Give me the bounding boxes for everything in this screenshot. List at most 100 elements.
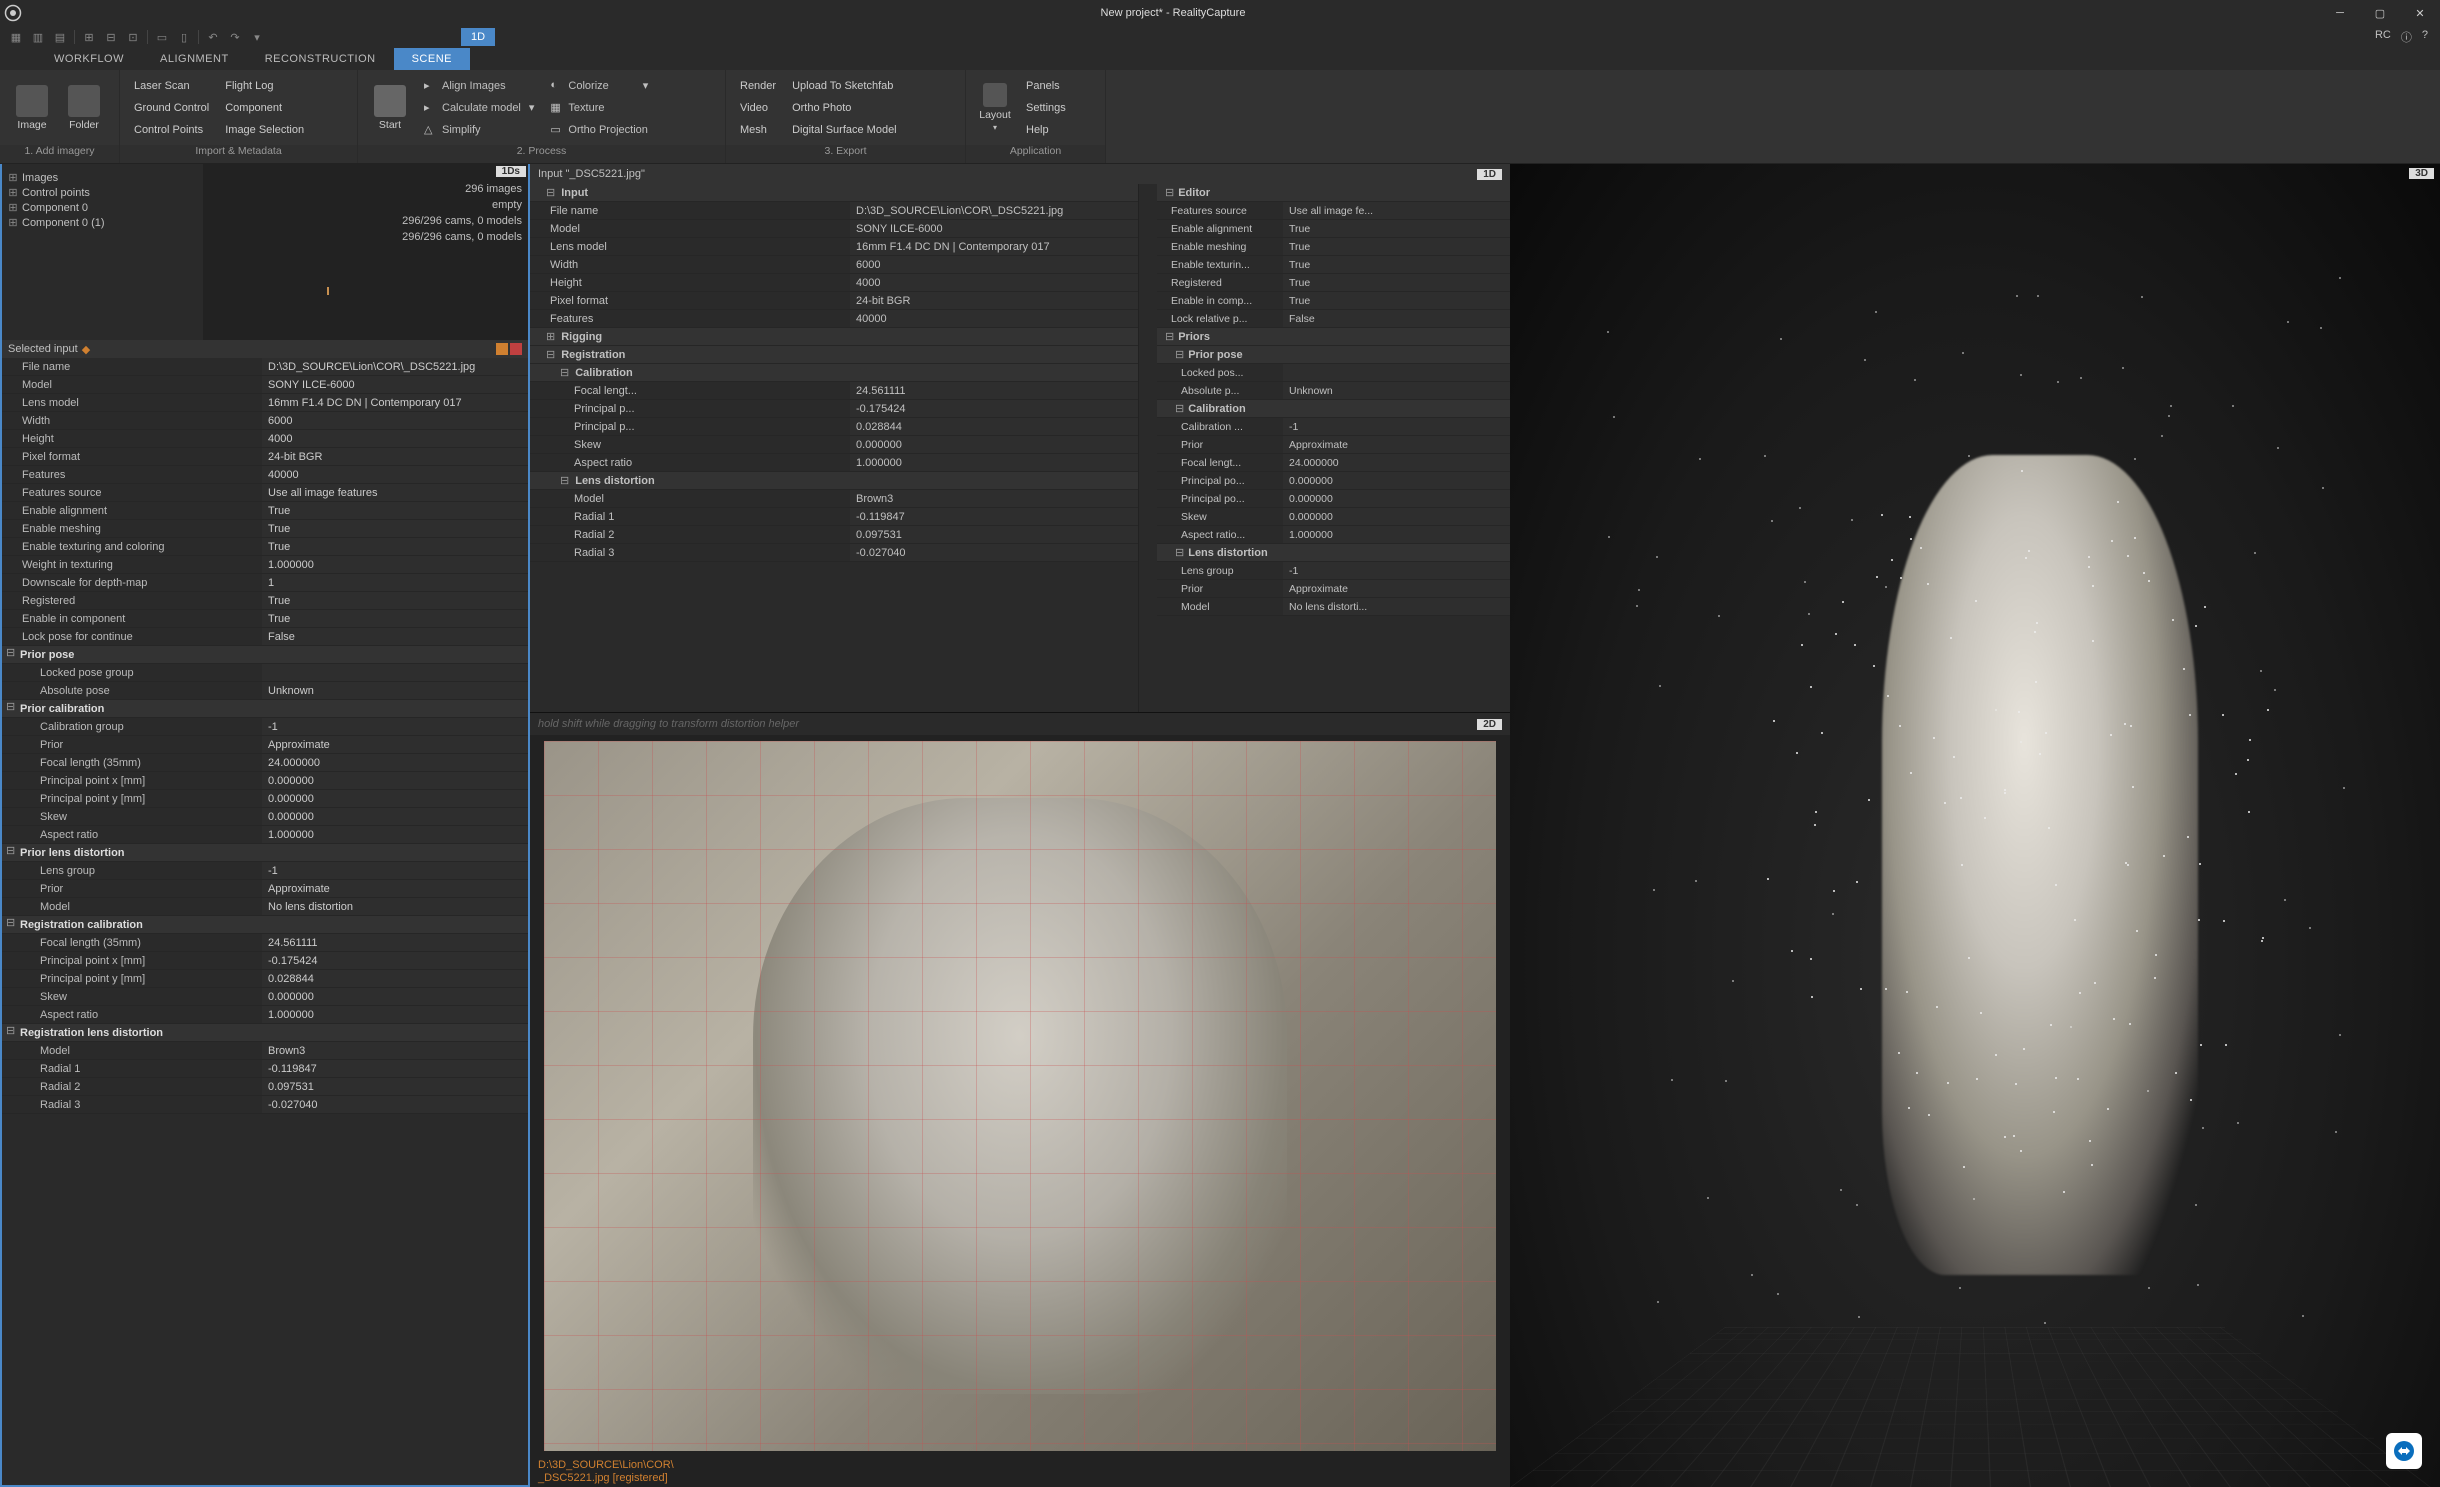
prop-row[interactable]: Principal point y [mm]0.000000: [2, 790, 528, 808]
prop-row[interactable]: Features40000: [2, 466, 528, 484]
dsm-button[interactable]: Digital Surface Model: [784, 119, 905, 141]
video-button[interactable]: Video: [732, 97, 784, 119]
prop-row[interactable]: Radial 20.097531: [2, 1078, 528, 1096]
prop-row[interactable]: Principal p...0.028844: [530, 418, 1138, 436]
prop-row[interactable]: Radial 3-0.027040: [2, 1096, 528, 1114]
prop-row[interactable]: Skew0.000000: [530, 436, 1138, 454]
prop-section[interactable]: ⊟Prior calibration: [2, 700, 528, 718]
tab-alignment[interactable]: ALIGNMENT: [142, 48, 247, 70]
prop-row[interactable]: Absolute p...Unknown: [1157, 382, 1510, 400]
texture-button[interactable]: ▦Texture: [542, 97, 656, 119]
minimize-button[interactable]: ─: [2320, 0, 2360, 26]
prop-row[interactable]: Downscale for depth-map1: [2, 574, 528, 592]
prop-row[interactable]: Principal p...-0.175424: [530, 400, 1138, 418]
prop-row[interactable]: Enable in comp...True: [1157, 292, 1510, 310]
tag-1d[interactable]: 1D: [1477, 169, 1502, 180]
prop-row[interactable]: ModelBrown3: [530, 490, 1138, 508]
prop-section[interactable]: ⊞Rigging: [530, 328, 1138, 346]
prop-row[interactable]: Lens group-1: [1157, 562, 1510, 580]
prop-section[interactable]: ⊟Prior pose: [2, 646, 528, 664]
tab-workflow[interactable]: WORKFLOW: [36, 48, 142, 70]
align-images-button[interactable]: ▸Align Images: [416, 75, 542, 97]
prop-row[interactable]: Height4000: [530, 274, 1138, 292]
laser-scan-button[interactable]: Laser Scan: [126, 75, 217, 97]
mesh-button[interactable]: Mesh: [732, 119, 784, 141]
colorize-button[interactable]: ◐Colorize▾: [542, 75, 656, 97]
prop-section[interactable]: ⊟Prior lens distortion: [2, 844, 528, 862]
view-1d-button[interactable]: 1D: [461, 28, 495, 46]
prop-row[interactable]: Lock relative p...False: [1157, 310, 1510, 328]
prop-row[interactable]: Enable texturin...True: [1157, 256, 1510, 274]
prop-row[interactable]: RegisteredTrue: [1157, 274, 1510, 292]
prop-row[interactable]: Skew0.000000: [2, 808, 528, 826]
prop-row[interactable]: Enable alignmentTrue: [1157, 220, 1510, 238]
prop-row[interactable]: Focal length (35mm)24.000000: [2, 754, 528, 772]
prop-row[interactable]: Lens model16mm F1.4 DC DN | Contemporary…: [2, 394, 528, 412]
close-button[interactable]: ✕: [2400, 0, 2440, 26]
tree-component-0[interactable]: ⊞Component 0: [2, 200, 203, 215]
prop-row[interactable]: Radial 20.097531: [530, 526, 1138, 544]
prop-row[interactable]: RegisteredTrue: [2, 592, 528, 610]
dropdown-button[interactable]: ▾: [247, 28, 267, 46]
prop-row[interactable]: Lock pose for continueFalse: [2, 628, 528, 646]
prop-row[interactable]: Aspect ratio1.000000: [2, 826, 528, 844]
tab-scene[interactable]: SCENE: [394, 48, 470, 70]
prop-row[interactable]: Skew0.000000: [2, 988, 528, 1006]
prop-section[interactable]: ⊟Registration calibration: [2, 916, 528, 934]
prop-row[interactable]: Skew0.000000: [1157, 508, 1510, 526]
layout-btn-6[interactable]: ⊡: [123, 28, 143, 46]
tree-control-points[interactable]: ⊞Control points: [2, 185, 203, 200]
prop-row[interactable]: ModelBrown3: [2, 1042, 528, 1060]
prop-row[interactable]: Calibration group-1: [2, 718, 528, 736]
tree-component-0-1[interactable]: ⊞Component 0 (1): [2, 215, 203, 230]
prop-row[interactable]: PriorApproximate: [2, 880, 528, 898]
upload-sketchfab-button[interactable]: Upload To Sketchfab: [784, 75, 905, 97]
image-button[interactable]: Image: [6, 73, 58, 143]
prop-row[interactable]: PriorApproximate: [1157, 580, 1510, 598]
component-button[interactable]: Component: [217, 97, 312, 119]
help-icon[interactable]: ?: [2422, 29, 2428, 45]
help-button[interactable]: Help: [1018, 119, 1074, 141]
prop-row[interactable]: File nameD:\3D_SOURCE\Lion\COR\_DSC5221.…: [530, 202, 1138, 220]
prop-section[interactable]: ⊟Editor: [1157, 184, 1510, 202]
settings-button[interactable]: Settings: [1018, 97, 1074, 119]
prop-row[interactable]: Principal point x [mm]0.000000: [2, 772, 528, 790]
prop-row[interactable]: Aspect ratio...1.000000: [1157, 526, 1510, 544]
tag-1ds[interactable]: 1Ds: [496, 166, 526, 177]
prop-row[interactable]: Principal point x [mm]-0.175424: [2, 952, 528, 970]
prop-row[interactable]: Focal lengt...24.000000: [1157, 454, 1510, 472]
prop-row[interactable]: Aspect ratio1.000000: [530, 454, 1138, 472]
tree-images[interactable]: ⊞Images: [2, 170, 203, 185]
prop-section[interactable]: ⊟Priors: [1157, 328, 1510, 346]
prop-section[interactable]: ⊟Registration lens distortion: [2, 1024, 528, 1042]
teamviewer-icon[interactable]: [2386, 1433, 2422, 1469]
prop-row[interactable]: Principal point y [mm]0.028844: [2, 970, 528, 988]
pin-icon[interactable]: ◆: [82, 343, 90, 356]
folder-button[interactable]: Folder: [58, 73, 110, 143]
control-points-button[interactable]: Control Points: [126, 119, 217, 141]
prop-section[interactable]: ⊟Calibration: [530, 364, 1138, 382]
prop-section[interactable]: ⊟Calibration: [1157, 400, 1510, 418]
render-button[interactable]: Render: [732, 75, 784, 97]
prop-row[interactable]: Pixel format24-bit BGR: [2, 448, 528, 466]
prop-section[interactable]: ⊟Lens distortion: [1157, 544, 1510, 562]
prop-row[interactable]: Focal lengt...24.561111: [530, 382, 1138, 400]
prop-row[interactable]: File nameD:\3D_SOURCE\Lion\COR\_DSC5221.…: [2, 358, 528, 376]
prop-row[interactable]: Lens group-1: [2, 862, 528, 880]
prop-row[interactable]: Features sourceUse all image fe...: [1157, 202, 1510, 220]
prop-row[interactable]: PriorApproximate: [1157, 436, 1510, 454]
tag-2d[interactable]: 2D: [1477, 719, 1502, 730]
prop-row[interactable]: Features40000: [530, 310, 1138, 328]
prop-row[interactable]: ModelSONY ILCE-6000: [2, 376, 528, 394]
dock-icon[interactable]: [496, 343, 508, 355]
prop-row[interactable]: Pixel format24-bit BGR: [530, 292, 1138, 310]
prop-row[interactable]: Principal po...0.000000: [1157, 490, 1510, 508]
prop-row[interactable]: PriorApproximate: [2, 736, 528, 754]
prop-row[interactable]: Radial 1-0.119847: [530, 508, 1138, 526]
close-panel-icon[interactable]: [510, 343, 522, 355]
panels-button[interactable]: Panels: [1018, 75, 1074, 97]
layout-btn-3[interactable]: ▤: [50, 28, 70, 46]
flight-log-button[interactable]: Flight Log: [217, 75, 312, 97]
prop-row[interactable]: Enable meshingTrue: [2, 520, 528, 538]
prop-section[interactable]: ⊟Input: [530, 184, 1138, 202]
